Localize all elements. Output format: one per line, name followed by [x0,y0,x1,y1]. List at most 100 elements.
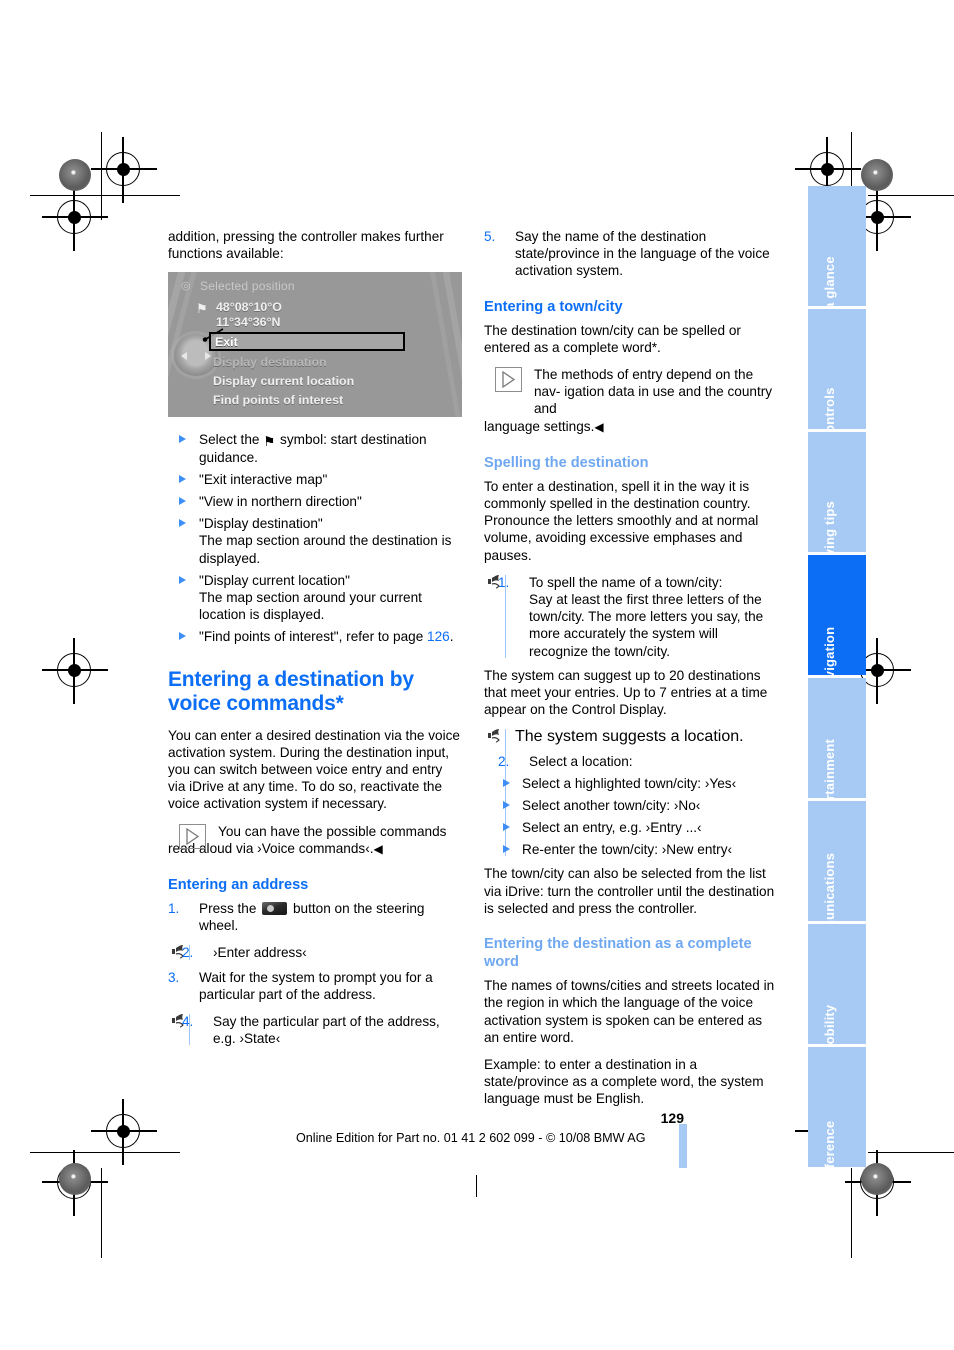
triangle-bullet-icon [503,800,510,809]
list-item: 2. ›Enter address‹ [168,944,462,961]
bullet-text: Select a highlighted town/city: ›Yes‹ [522,775,737,791]
index-tab-navigation[interactable]: Navigation [808,555,866,695]
info-note-continuation: language settings.◀ [484,418,778,436]
list-item: Select the ⚑ symbol: start destination g… [168,431,462,465]
manual-page: At a glance Controls Driving tips Naviga… [0,0,954,1350]
location-options-list: Select a highlighted town/city: ›Yes‹ Se… [484,775,778,859]
crop-line-right-bottom-vertical [851,1168,853,1258]
step-number: 2. [498,754,510,770]
info-note: The methods of entry depend on the nav- … [484,366,778,436]
index-tab-mobility[interactable]: Mobility [808,924,866,1055]
step-text: ›Enter address‹ [213,945,307,961]
section-paragraph: You can enter a desired destination via … [168,727,460,812]
registration-mark-left-upper [42,185,108,251]
menu-item-display-current-location[interactable]: Display current location [213,374,354,388]
triangle-bullet-icon [179,632,186,641]
triangle-bullet-icon [179,497,186,506]
bullet-text: Re-enter the town/city: ›New entry‹ [522,842,733,858]
note-endmark: ◀ [373,841,383,856]
address-steps-list: 1. Press the button on the steering whee… [168,900,462,934]
bullet-text: "Display current location" [199,572,350,588]
step-text: Select a location: [529,754,633,770]
index-tab-communications[interactable]: Communications [808,801,866,961]
list-item: "Exit interactive map" [168,471,462,488]
bullet-text: "View in northern direction" [199,494,362,510]
crop-line-left-bottom-vertical [101,1168,103,1258]
triangle-bullet-icon [179,575,186,584]
index-tab-at-a-glance[interactable]: At a glance [808,186,866,328]
voice-step-2: 2. ›Enter address‹ [168,944,462,961]
bullet-text: "Find points of interest", refer to page [199,629,428,645]
suggest-paragraph: The system can suggest up to 20 destinat… [484,667,768,718]
index-tabs: At a glance Controls Driving tips Naviga… [808,186,866,1185]
spelling-paragraph: To enter a destination, spell it in the … [484,478,759,563]
registration-mark-left-lower [42,638,108,704]
list-item: "Display destination" The map section ar… [168,515,462,567]
step-text: Say the name of the destination state/pr… [515,229,770,279]
address-step-3-list: 3. Wait for the system to prompt you for… [168,969,462,1003]
index-tab-driving-tips[interactable]: Driving tips [808,432,866,575]
page-reference-link[interactable]: 126 [427,629,450,644]
functions-bullet-list: Select the ⚑ symbol: start destination g… [168,431,462,645]
index-tab-reference[interactable]: Reference [808,1047,866,1185]
list-item: 4. Say the particular part of the addres… [168,1013,462,1047]
info-note-text: You can have the possible commands read … [168,823,462,858]
info-note-text: The methods of entry depend on the nav- … [484,366,778,418]
bullet-text-before-symbol: Select the [199,432,260,448]
crop-line-right-bottom-horizontal [868,1152,954,1154]
crop-line-left-bottom-horizontal [30,1152,180,1154]
step-line-2: Say at least the first three letters of … [529,592,764,659]
highlighted-menu-item[interactable]: Exit [209,332,405,352]
list-item: Select another town/city: ›No‹ [484,797,778,814]
step-number: 3. [168,969,180,985]
index-tab-entertainment[interactable]: Entertainment [808,678,866,829]
complete-word-paragraph-2: Example: to enter a destination in a sta… [484,1056,764,1107]
address-step-2-list: 2. ›Enter address‹ [168,944,462,961]
voice-location-block: The system suggests a location. 2. Selec… [484,728,778,858]
town-paragraph: The destination town/city can be spelled… [484,322,741,355]
step-line-1: To spell the name of a town/city: [529,574,723,590]
bullet-text: "Exit interactive map" [199,471,328,487]
list-item: 5. Say the name of the destination state… [484,228,778,280]
bullet-text: Select another town/city: ›No‹ [522,797,701,813]
index-tab-label: Reference [822,1120,837,1186]
color-density-patch-top-left [59,159,91,191]
bullet-detail: The map section around the destination i… [199,533,452,566]
voice-block-rule [505,729,507,857]
coordinates-line-1: 48°08°10°O [216,300,282,315]
info-note-line-3: language settings. [484,418,595,434]
step-text: Wait for the system to prompt you for a … [199,969,433,1002]
triangle-bullet-icon [179,519,186,528]
bullet-text: "Display destination" [199,516,323,532]
triangle-bullet-icon [503,778,510,787]
address-step-4-list: 4. Say the particular part of the addres… [168,1013,462,1047]
system-suggests-text: The system suggests a location. [515,728,744,746]
step-text-prefix: Press the [199,901,257,917]
crop-line-left-vertical [101,132,103,220]
info-triangle-icon [495,367,522,393]
destination-flag-icon: ⚑ [263,434,276,450]
list-item: "Find points of interest", refer to page… [168,628,462,645]
coordinates-line-2: 11°34°36°N [216,315,281,329]
step-number: 4. [182,1014,194,1030]
footer-text: Online Edition for Part no. 01 41 2 602 … [296,1131,646,1145]
triangle-bullet-icon [179,435,186,444]
menu-item-find-points-of-interest[interactable]: Find points of interest [213,393,343,407]
registration-mark-left-bottom [91,1099,157,1165]
right-column: 5. Say the name of the destination state… [484,228,778,1118]
page-title: Entering a destination by voice commands… [168,667,414,715]
index-tab-controls[interactable]: Controls [808,309,866,443]
subsection-entering-an-address: Entering an address [168,877,309,894]
control-display-screenshot: ◎ Selected position ⚑ 48°08°10°O 11°34°3… [168,272,462,418]
info-note: You can have the possible commands read … [168,823,462,858]
voice-step-4: 4. Say the particular part of the addres… [168,1013,462,1047]
triangle-bullet-icon [503,845,510,854]
list-item: "Display current location" The map secti… [168,572,462,624]
idrive-paragraph: The town/city can also be selected from … [484,866,775,916]
step-5-list: 5. Say the name of the destination state… [484,228,778,280]
crop-line-bottom-center [476,1175,478,1197]
menu-item-display-destination[interactable]: Display destination [213,355,327,369]
step-number: 1. [498,574,510,590]
bullet-text: Select an entry, e.g. ›Entry ...‹ [522,820,702,836]
info-note-body: You can have the possible commands read … [168,823,447,856]
